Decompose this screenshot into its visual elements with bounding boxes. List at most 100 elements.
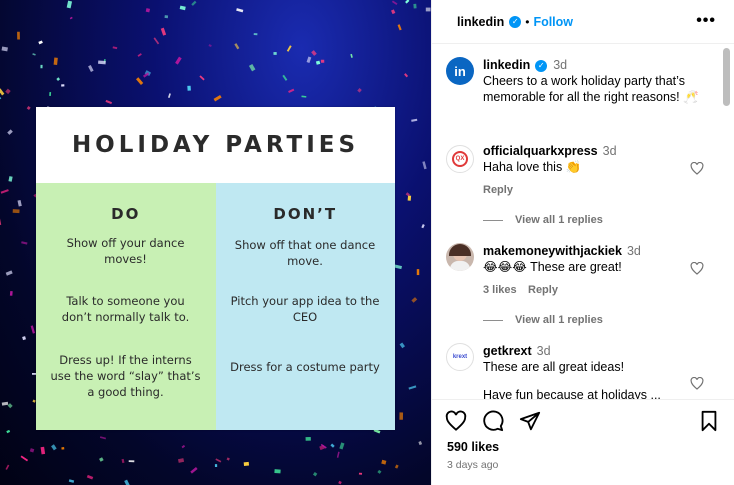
confetti-piece [0, 88, 5, 96]
confetti-piece [312, 471, 318, 477]
verified-badge-icon: ✓ [509, 15, 522, 28]
confetti-piece [399, 412, 404, 420]
confetti-piece [350, 53, 353, 58]
confetti-piece [68, 479, 75, 483]
confetti-piece [99, 436, 107, 440]
comment-username[interactable]: officialquarkxpress [483, 144, 598, 158]
confetti-piece [181, 444, 186, 449]
reply-button[interactable]: Reply [483, 184, 513, 196]
confetti-piece [21, 241, 28, 245]
post-date[interactable]: 3 days ago [447, 459, 498, 471]
confetti-piece [22, 336, 26, 341]
confetti-piece [38, 40, 43, 45]
do-item: Talk to someone you don’t normally talk … [61, 294, 190, 324]
comments-list[interactable]: in linkedin ✓ 3d Cheers to a work holiday … [432, 45, 722, 399]
confetti-piece [286, 45, 292, 52]
like-heart-icon[interactable] [445, 410, 467, 432]
view-replies-button[interactable]: View all 1 replies [483, 214, 603, 226]
view-replies-button[interactable]: View all 1 replies [483, 314, 603, 326]
caption-text: Cheers to a work holiday party that’s me… [483, 74, 699, 104]
save-bookmark-icon[interactable] [698, 410, 720, 432]
like-comment-heart-icon[interactable] [690, 162, 704, 175]
confetti-piece [357, 88, 362, 93]
confetti-piece [7, 403, 13, 409]
comments-scrollbar[interactable] [723, 48, 730, 106]
confetti-piece [397, 24, 402, 31]
do-item: Dress up! If the interns use the word “s… [50, 353, 201, 399]
confetti-piece [377, 469, 382, 474]
confetti-piece [339, 442, 345, 450]
commenter-avatar[interactable] [446, 243, 474, 271]
confetti-piece [405, 0, 410, 4]
confetti-piece [416, 269, 420, 276]
commenter-avatar[interactable]: QX [446, 145, 474, 173]
confetti-piece [213, 94, 222, 102]
likes-count[interactable]: 590 likes [447, 440, 499, 454]
more-options-icon[interactable]: ••• [696, 12, 716, 30]
confetti-piece [273, 52, 277, 55]
confetti-piece [391, 9, 396, 15]
comment: officialquarkxpress 3d Haha love this 👏 [483, 143, 703, 175]
linkedin-avatar[interactable]: in [446, 57, 474, 85]
confetti-piece [137, 53, 142, 57]
confetti-piece [7, 129, 13, 135]
confetti-piece [136, 77, 144, 85]
krext-logo-icon: krext [452, 354, 468, 360]
header-username[interactable]: linkedin [457, 15, 504, 29]
comment-text: 😂😂😂 These are great! [483, 260, 622, 274]
confetti-piece [17, 31, 20, 40]
confetti-piece [20, 455, 29, 462]
confetti-piece [234, 43, 240, 50]
confetti-piece [153, 37, 160, 45]
confetti-piece [160, 27, 167, 36]
confetti-piece [105, 99, 113, 105]
comment-time[interactable]: 3d [627, 244, 641, 258]
post-image[interactable]: HOLIDAY PARTIES DO Show off your dance m… [0, 0, 431, 485]
confetti-piece [391, 0, 398, 6]
share-paper-plane-icon[interactable] [519, 410, 541, 432]
confetti-piece [69, 16, 73, 20]
confetti-piece [167, 93, 171, 99]
caption: linkedin ✓ 3d Cheers to a work holiday par… [483, 57, 703, 105]
confetti-piece [418, 441, 423, 446]
confetti-piece [29, 448, 35, 453]
dont-column: DON’T Show off that one dance move. Pitc… [215, 183, 395, 430]
confetti-piece [421, 224, 425, 229]
confetti-piece [17, 199, 22, 207]
confetti-piece [5, 270, 13, 276]
confetti-piece [121, 458, 125, 464]
confetti-piece [5, 88, 11, 95]
confetti-piece [51, 444, 57, 451]
confetti-piece [99, 457, 104, 462]
quarkxpress-logo-icon: QX [452, 151, 468, 167]
like-comment-heart-icon[interactable] [690, 262, 704, 275]
confetti-piece [338, 480, 342, 485]
confetti-piece [30, 325, 36, 334]
like-comment-heart-icon[interactable] [690, 377, 704, 390]
confetti-piece [179, 5, 186, 11]
confetti-piece [305, 436, 311, 441]
follow-button[interactable]: Follow [533, 15, 573, 29]
comment-username[interactable]: getkrext [483, 344, 532, 358]
confetti-piece [253, 33, 258, 36]
comment-time[interactable]: 3d [603, 144, 617, 158]
comment-likes[interactable]: 3 likes [483, 284, 517, 296]
comment-username[interactable]: makemoneywithjackiek [483, 244, 622, 258]
caption-time[interactable]: 3d [553, 58, 567, 72]
confetti-piece [0, 218, 2, 226]
comment-time[interactable]: 3d [537, 344, 551, 358]
confetti-piece [394, 464, 399, 469]
comment-bubble-icon[interactable] [482, 410, 504, 432]
confetti-piece [191, 0, 197, 6]
confetti-piece [422, 161, 427, 170]
confetti-piece [187, 85, 191, 91]
commenter-avatar[interactable]: krext [446, 343, 474, 371]
reply-button[interactable]: Reply [528, 284, 558, 296]
confetti-piece [124, 479, 130, 485]
dont-item: Dress for a costume party [230, 360, 380, 374]
confetti-piece [88, 64, 94, 73]
caption-username[interactable]: linkedin [483, 58, 530, 72]
confetti-piece [145, 8, 151, 13]
confetti-piece [274, 469, 281, 474]
confetti-piece [411, 297, 418, 303]
